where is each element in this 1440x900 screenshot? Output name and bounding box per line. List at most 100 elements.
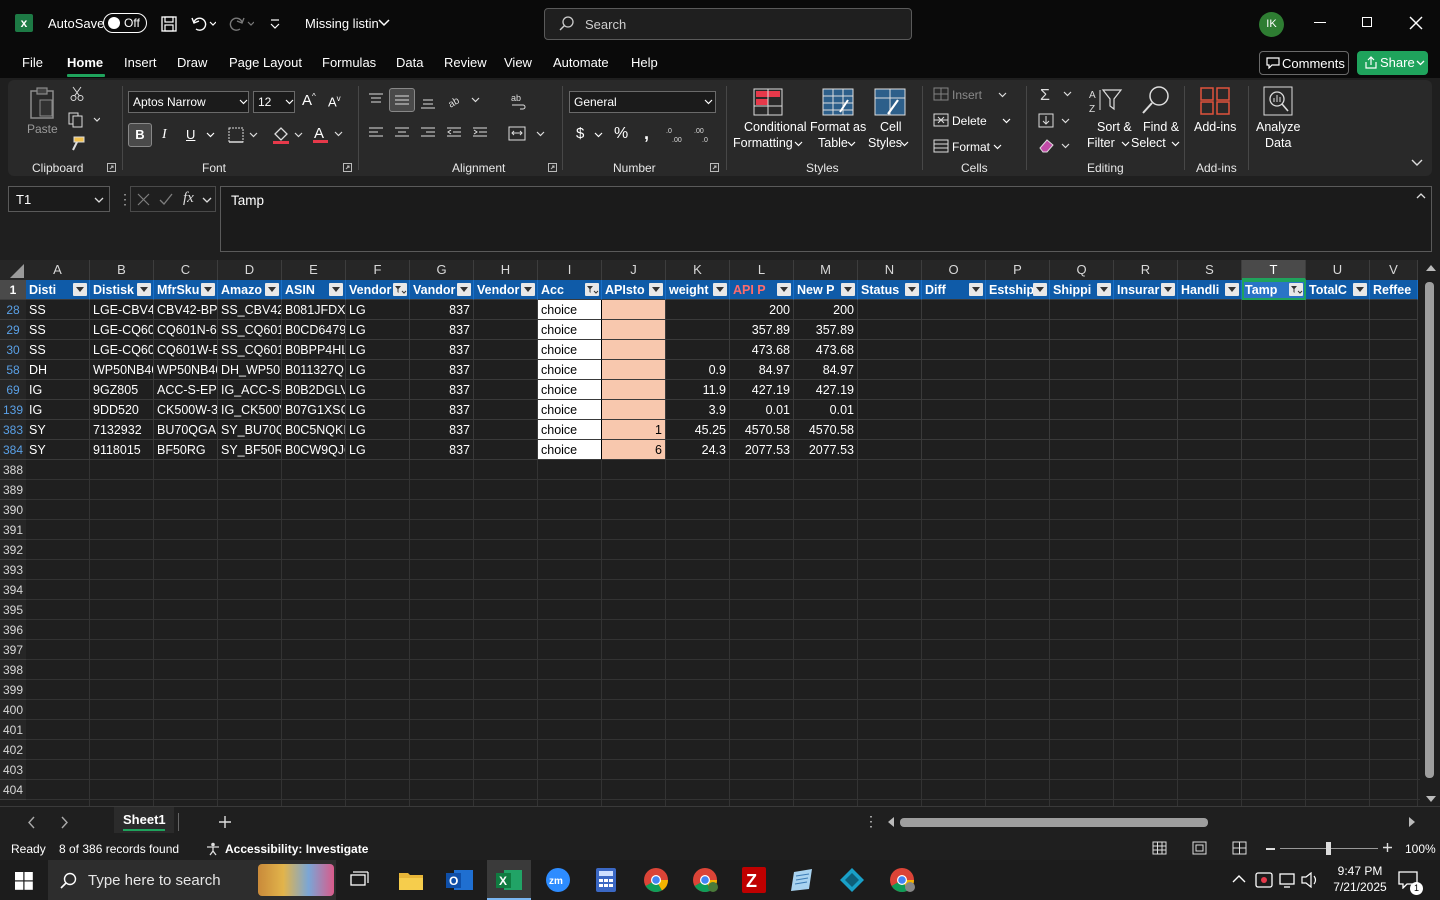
- font-color-icon[interactable]: A: [312, 124, 344, 145]
- chevron-down-icon[interactable]: [900, 141, 909, 147]
- row-header[interactable]: 69: [0, 380, 26, 400]
- row-header[interactable]: 400: [0, 700, 26, 720]
- tab-home[interactable]: Home: [67, 55, 103, 70]
- table-cell[interactable]: SY: [26, 420, 90, 440]
- table-cell[interactable]: choice: [538, 440, 602, 460]
- chevron-down-icon[interactable]: [993, 144, 1002, 150]
- format-cells-label[interactable]: Format: [952, 140, 990, 154]
- scroll-right-icon[interactable]: [1409, 817, 1416, 827]
- table-cell[interactable]: [1242, 380, 1306, 400]
- table-header-cell[interactable]: Status: [858, 280, 922, 300]
- table-cell[interactable]: [474, 300, 538, 320]
- zoom-app-icon[interactable]: zm: [545, 868, 571, 892]
- chevron-down-icon[interactable]: [206, 132, 215, 138]
- table-cell[interactable]: [602, 360, 666, 380]
- format-cells-icon[interactable]: [933, 139, 949, 153]
- table-cell[interactable]: [858, 440, 922, 460]
- table-cell[interactable]: 0.01: [794, 400, 858, 420]
- table-cell[interactable]: B0CD6479: [282, 320, 346, 340]
- table-cell[interactable]: LG: [346, 380, 410, 400]
- table-header-cell[interactable]: APIsto: [602, 280, 666, 300]
- row-header[interactable]: 401: [0, 720, 26, 740]
- table-cell[interactable]: 837: [410, 400, 474, 420]
- table-cell[interactable]: B0BPP4HL: [282, 340, 346, 360]
- number-launcher-icon[interactable]: [710, 163, 719, 172]
- table-cell[interactable]: SY_BF50R0: [218, 440, 282, 460]
- table-cell[interactable]: IG_CK500V: [218, 400, 282, 420]
- table-cell[interactable]: [986, 380, 1050, 400]
- table-cell[interactable]: [1306, 300, 1370, 320]
- table-cell[interactable]: 837: [410, 340, 474, 360]
- chevron-down-icon[interactable]: [378, 18, 390, 28]
- table-cell[interactable]: 2077.53: [730, 440, 794, 460]
- table-cell[interactable]: WP50NB40: [154, 360, 218, 380]
- table-cell[interactable]: [858, 320, 922, 340]
- row-header[interactable]: 392: [0, 540, 26, 560]
- filter-dropdown-icon[interactable]: [841, 283, 855, 296]
- table-cell[interactable]: LG: [346, 320, 410, 340]
- next-sheet-icon[interactable]: [60, 816, 69, 829]
- row-header[interactable]: 399: [0, 680, 26, 700]
- filter-dropdown-icon[interactable]: [713, 283, 727, 296]
- column-header-g[interactable]: G: [410, 260, 474, 280]
- column-header-b[interactable]: B: [90, 260, 154, 280]
- column-header-q[interactable]: Q: [1050, 260, 1114, 280]
- table-cell[interactable]: LG: [346, 420, 410, 440]
- minimize-icon[interactable]: [1314, 22, 1326, 23]
- underline-icon[interactable]: U: [186, 127, 195, 142]
- table-cell[interactable]: [474, 360, 538, 380]
- column-header-l[interactable]: L: [730, 260, 794, 280]
- share-button[interactable]: Share: [1357, 51, 1428, 75]
- table-cell[interactable]: WP50NB40: [90, 360, 154, 380]
- paste-label[interactable]: Paste: [27, 122, 58, 136]
- table-cell[interactable]: IG: [26, 380, 90, 400]
- conditional-formatting-label-2[interactable]: Formatting: [733, 136, 793, 150]
- table-cell[interactable]: LGE-CBV42: [90, 300, 154, 320]
- row-header[interactable]: 1: [0, 280, 26, 300]
- table-cell[interactable]: 837: [410, 300, 474, 320]
- chevron-down-icon[interactable]: [594, 132, 603, 138]
- number-format-combo[interactable]: General: [569, 91, 716, 113]
- table-cell[interactable]: [474, 420, 538, 440]
- table-cell[interactable]: [922, 320, 986, 340]
- network-icon[interactable]: [1279, 872, 1297, 888]
- table-cell[interactable]: 357.89: [794, 320, 858, 340]
- table-cell[interactable]: [1114, 360, 1178, 380]
- table-cell[interactable]: 473.68: [730, 340, 794, 360]
- table-header-cell[interactable]: Vendor: [474, 280, 538, 300]
- table-cell[interactable]: LG: [346, 440, 410, 460]
- table-cell[interactable]: B07G1XSC: [282, 400, 346, 420]
- table-cell[interactable]: CQ601W-E: [154, 340, 218, 360]
- accessibility-icon[interactable]: [206, 842, 221, 856]
- row-header[interactable]: 30: [0, 340, 26, 360]
- format-as-table-label-2[interactable]: Table: [818, 136, 848, 150]
- font-launcher-icon[interactable]: [343, 163, 352, 172]
- table-cell[interactable]: [986, 340, 1050, 360]
- conditional-formatting-label-1[interactable]: Conditional: [744, 120, 807, 134]
- outlook-icon[interactable]: O: [446, 868, 474, 892]
- prev-sheet-icon[interactable]: [27, 816, 36, 829]
- zoom-in-icon[interactable]: [1382, 842, 1393, 853]
- table-cell[interactable]: [922, 340, 986, 360]
- decrease-indent-icon[interactable]: [446, 126, 462, 140]
- table-cell[interactable]: LG: [346, 340, 410, 360]
- find-select-label-2[interactable]: Select: [1131, 136, 1166, 150]
- table-header-cell[interactable]: Insurar: [1114, 280, 1178, 300]
- table-cell[interactable]: 9118015: [90, 440, 154, 460]
- table-cell[interactable]: [986, 360, 1050, 380]
- insert-cells-icon[interactable]: [933, 87, 949, 101]
- table-cell[interactable]: [1114, 440, 1178, 460]
- table-cell[interactable]: choice: [538, 360, 602, 380]
- table-header-cell[interactable]: New P: [794, 280, 858, 300]
- row-header[interactable]: 58: [0, 360, 26, 380]
- table-cell[interactable]: SS_CQ601: [218, 340, 282, 360]
- analyze-data-label-2[interactable]: Data: [1265, 136, 1291, 150]
- addins-icon[interactable]: [1199, 86, 1231, 116]
- windows-start-icon[interactable]: [15, 872, 33, 890]
- collapse-formula-icon[interactable]: [1416, 192, 1426, 199]
- cancel-icon[interactable]: [137, 193, 150, 206]
- tab-insert[interactable]: Insert: [124, 55, 157, 70]
- row-header[interactable]: 403: [0, 760, 26, 780]
- increase-indent-icon[interactable]: [472, 126, 488, 140]
- table-cell[interactable]: [1242, 440, 1306, 460]
